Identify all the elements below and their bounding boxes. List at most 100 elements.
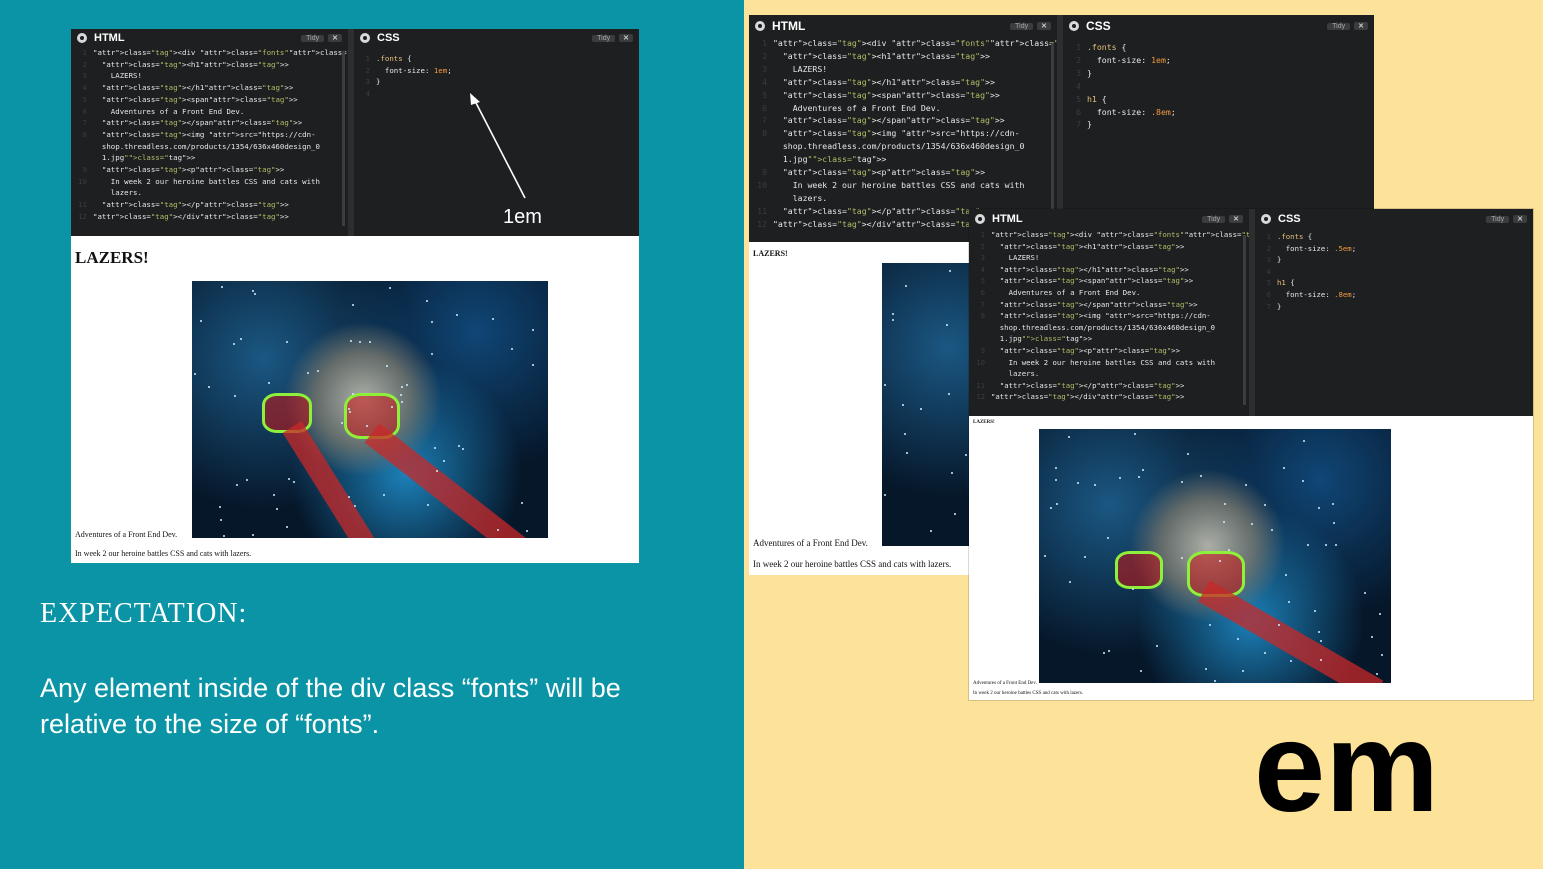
code-line[interactable]: lazers. [749,192,1057,205]
css-code[interactable]: 1 .fonts {2 font-size: .5em; 3} 4 5 h1 {6 fon… [1255,231,1533,312]
code-line[interactable]: shop.threadless.com/products/1354/636x46… [749,140,1057,153]
tidy-button[interactable]: Tidy [1327,22,1351,30]
code-line[interactable]: 3} [354,76,639,88]
code-line[interactable]: lazers. [969,368,1249,380]
scrollbar[interactable] [1243,235,1246,405]
code-line[interactable]: 1.jpg"">class="tag">> [969,333,1249,345]
code-line[interactable]: 3 LAZERS! [749,63,1057,76]
code-line[interactable]: 7} [1255,301,1533,313]
code-line[interactable]: 3} [1063,67,1374,80]
code-line[interactable]: 4 [1255,266,1533,278]
code-line[interactable]: 5 h1 { [1255,277,1533,289]
code-line[interactable]: 7} [1063,118,1374,131]
code-line[interactable]: 1.jpg"">class="tag">> [749,153,1057,166]
close-icon[interactable]: ✕ [1037,22,1051,30]
code-line[interactable]: 12 "attr">class="tag"></div"attr">class="… [71,211,348,223]
tidy-button[interactable]: Tidy [301,34,325,42]
code-line[interactable]: 6 font-size: .8em; [1255,289,1533,301]
code-line[interactable]: 5 "attr">class="tag"><span"attr">class="… [749,89,1057,102]
html-code[interactable]: 1 "attr">class="tag"><div "attr">class="f… [969,229,1249,403]
code-line[interactable]: 8 "attr">class="tag"><img "attr">src="ht… [969,310,1249,322]
gear-icon[interactable] [1261,214,1271,224]
code-line[interactable]: lazers. [71,187,348,199]
code-line[interactable]: 1 .fonts { [1255,231,1533,243]
code-line[interactable]: shop.threadless.com/products/1354/636x46… [71,141,348,153]
code-line[interactable]: 5 "attr">class="tag"><span"attr">class="… [969,275,1249,287]
close-icon[interactable]: ✕ [619,34,633,42]
html-code[interactable]: 1 "attr">class="tag"><div "attr">class="f… [749,37,1057,231]
code-line[interactable]: 11 "attr">class="tag"></p"attr">class="t… [969,380,1249,392]
close-icon[interactable]: ✕ [1229,215,1243,223]
code-line[interactable]: 6 Adventures of a Front End Dev. [71,106,348,118]
star-decoration [1242,670,1244,672]
code-text: "attr">class="tag"></p"attr">class="tag"… [999,380,1185,390]
code-line[interactable]: 8 "attr">class="tag"><img "attr">src="ht… [71,129,348,141]
code-line[interactable]: 11 "attr">class="tag"></p"attr">class="t… [71,199,348,211]
gear-icon[interactable] [360,33,370,43]
scrollbar[interactable] [1051,43,1054,233]
gear-icon[interactable] [1069,21,1079,31]
code-line[interactable]: 6 font-size: .8em; [1063,106,1374,119]
code-line[interactable]: 1 .fonts { [354,53,639,65]
pane-title: CSS [1278,213,1301,225]
close-icon[interactable]: ✕ [328,34,342,42]
close-icon[interactable]: ✕ [1513,215,1527,223]
code-line[interactable]: 2 "attr">class="tag"><h1"attr">class="ta… [71,59,348,71]
star-decoration [352,304,354,306]
code-line[interactable]: 6 Adventures of a Front End Dev. [969,287,1249,299]
tidy-button[interactable]: Tidy [592,34,616,42]
star-decoration [401,401,403,403]
line-number: 2 [1266,243,1271,253]
code-line[interactable]: 2 "attr">class="tag"><h1"attr">class="ta… [749,50,1057,63]
close-icon[interactable]: ✕ [1354,22,1368,30]
gear-icon[interactable] [755,21,765,31]
gear-icon[interactable] [77,33,87,43]
code-line[interactable]: 10 In week 2 our heroine battles CSS and… [71,176,348,188]
code-text: "attr">class="tag"></p"attr">class="tag"… [782,205,990,216]
tidy-button[interactable]: Tidy [1486,215,1510,223]
code-line[interactable]: 4 "attr">class="tag"></h1"attr">class="t… [969,264,1249,276]
line-number: 3 [365,77,370,87]
code-line[interactable]: 7 "attr">class="tag"></span"attr">class=… [71,117,348,129]
line-number: 1 [762,38,767,48]
code-line[interactable]: 3} [1255,254,1533,266]
code-line[interactable]: 1 "attr">class="tag"><div "attr">class="f… [969,229,1249,241]
code-line[interactable]: 2 "attr">class="tag"><h1"attr">class="ta… [969,241,1249,253]
code-line[interactable]: 1 .fonts { [1063,41,1374,54]
scrollbar[interactable] [342,51,345,226]
code-line[interactable]: 4 [1063,80,1374,93]
code-line[interactable]: 1 "attr">class="tag"><div "attr">class="f… [71,47,348,59]
code-line[interactable]: 4 "attr">class="tag"></h1"attr">class="t… [71,82,348,94]
code-line[interactable]: 9 "attr">class="tag"><p"attr">class="tag… [969,345,1249,357]
code-line[interactable]: 4 "attr">class="tag"></h1"attr">class="t… [749,76,1057,89]
code-line[interactable]: 12 "attr">class="tag"></div"attr">class="… [969,391,1249,403]
code-line[interactable]: 8 "attr">class="tag"><img "attr">src="ht… [749,127,1057,140]
code-line[interactable]: 3 LAZERS! [71,70,348,82]
code-line[interactable]: 7 "attr">class="tag"></span"attr">class=… [969,299,1249,311]
code-line[interactable]: 9 "attr">class="tag"><p"attr">class="tag… [749,166,1057,179]
tidy-button[interactable]: Tidy [1010,22,1034,30]
code-line[interactable]: 2 font-size: 1em; [354,65,639,77]
css-code[interactable]: 1 .fonts {2 font-size: 1em; 3} 4 5 h1 {6 font… [1063,41,1374,131]
star-decoration [431,321,433,323]
code-line[interactable]: 10 In week 2 our heroine battles CSS and… [749,179,1057,192]
code-line[interactable]: shop.threadless.com/products/1354/636x46… [969,322,1249,334]
code-line[interactable]: 5 h1 { [1063,93,1374,106]
code-line[interactable]: 2 font-size: .5em; [1255,243,1533,255]
code-editor: HTML Tidy ✕ 1 "attr">class="tag"><div "at… [71,29,639,236]
html-code[interactable]: 1 "attr">class="tag"><div "attr">class="f… [71,47,348,223]
gear-icon[interactable] [975,214,985,224]
code-line[interactable]: 6 Adventures of a Front End Dev. [749,102,1057,115]
code-line[interactable]: 2 font-size: 1em; [1063,54,1374,67]
code-text: .fonts { [376,54,412,63]
code-line[interactable]: 9 "attr">class="tag"><p"attr">class="tag… [71,164,348,176]
code-line[interactable]: 10 In week 2 our heroine battles CSS and… [969,357,1249,369]
code-line[interactable]: 7 "attr">class="tag"></span"attr">class=… [749,114,1057,127]
code-line[interactable]: 1 "attr">class="tag"><div "attr">class="f… [749,37,1057,50]
star-decoration [1332,503,1334,505]
tidy-button[interactable]: Tidy [1202,215,1226,223]
code-line[interactable]: 3 LAZERS! [969,252,1249,264]
code-line[interactable]: 1.jpg"">class="tag">> [71,152,348,164]
rendered-paragraph: In week 2 our heroine battles CSS and ca… [75,549,252,558]
code-line[interactable]: 5 "attr">class="tag"><span"attr">class="… [71,94,348,106]
